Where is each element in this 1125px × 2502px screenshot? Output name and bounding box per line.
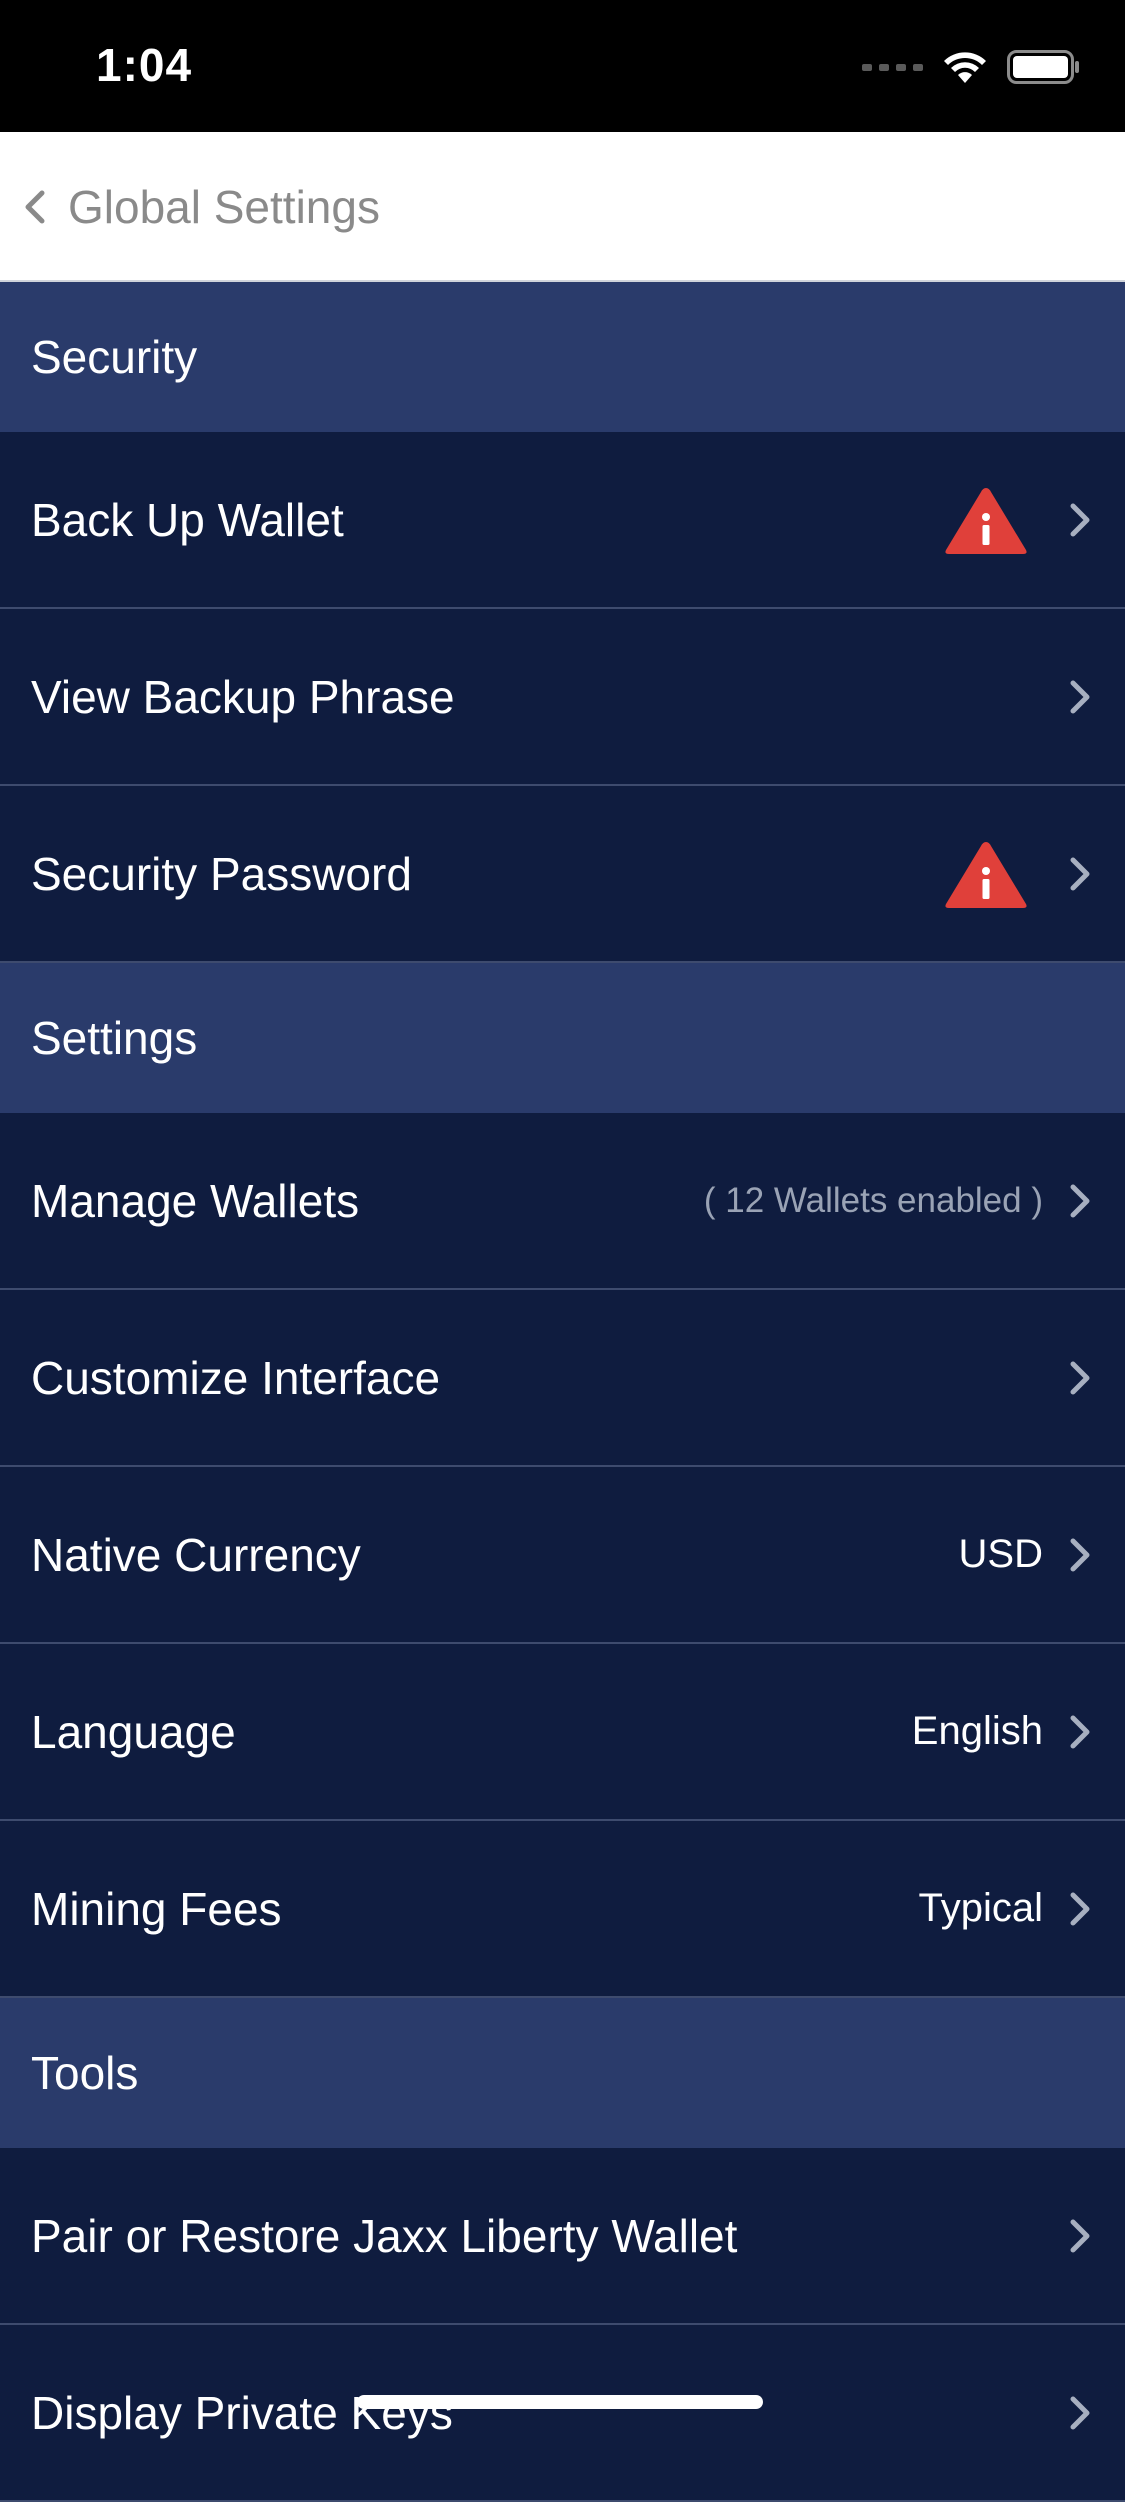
row-label: Display Private Keys — [31, 2386, 453, 2439]
chevron-right-icon — [1070, 1361, 1090, 1394]
row-customize-interface[interactable]: Customize Interface — [0, 1290, 1125, 1467]
chevron-right-icon — [1070, 1184, 1090, 1217]
row-label: Language — [31, 1705, 236, 1758]
chevron-right-icon — [1070, 1538, 1090, 1571]
status-time: 1:04 — [96, 39, 193, 91]
cellular-signal-icon — [862, 63, 923, 71]
row-pair-restore-wallet[interactable]: Pair or Restore Jaxx Liberty Wallet — [0, 2148, 1125, 2325]
row-label: Mining Fees — [31, 1882, 282, 1935]
warning-icon — [945, 487, 1027, 554]
row-display-private-keys[interactable]: Display Private Keys — [0, 2325, 1125, 2502]
row-manage-wallets[interactable]: Manage Wallets ( 12 Wallets enabled ) — [0, 1113, 1125, 1290]
battery-icon — [1007, 50, 1079, 84]
row-label: Manage Wallets — [31, 1174, 360, 1227]
row-label: Security Password — [31, 847, 412, 900]
native-currency-value: USD — [958, 1532, 1043, 1576]
navigation-bar: Global Settings — [0, 132, 1125, 282]
status-icons — [862, 50, 1081, 84]
row-native-currency[interactable]: Native Currency USD — [0, 1467, 1125, 1644]
section-header-settings: Settings — [0, 963, 1125, 1113]
chevron-left-icon — [25, 190, 45, 224]
chevron-right-icon — [1070, 857, 1090, 890]
wifi-icon — [944, 52, 986, 83]
section-header-tools: Tools — [0, 1998, 1125, 2148]
page-title: Global Settings — [68, 181, 380, 233]
chevron-right-icon — [1070, 1715, 1090, 1748]
mining-fees-value: Typical — [918, 1886, 1044, 1930]
chevron-right-icon — [1070, 2219, 1090, 2252]
row-label: Back Up Wallet — [31, 493, 344, 546]
row-security-password[interactable]: Security Password — [0, 786, 1125, 963]
row-back-up-wallet[interactable]: Back Up Wallet — [0, 432, 1125, 609]
status-bar: 1:04 — [0, 0, 1125, 132]
row-mining-fees[interactable]: Mining Fees Typical — [0, 1821, 1125, 1998]
chevron-right-icon — [1070, 503, 1090, 536]
row-view-backup-phrase[interactable]: View Backup Phrase — [0, 609, 1125, 786]
row-label: Native Currency — [31, 1528, 361, 1581]
section-header-security: Security — [0, 282, 1125, 432]
language-value: English — [911, 1709, 1043, 1753]
row-language[interactable]: Language English — [0, 1644, 1125, 1821]
settings-list: Security Back Up Wallet View Backup Phra… — [0, 282, 1125, 2502]
chevron-right-icon — [1070, 1892, 1090, 1925]
row-label: View Backup Phrase — [31, 670, 455, 723]
home-indicator[interactable] — [357, 2395, 763, 2409]
row-label: Pair or Restore Jaxx Liberty Wallet — [31, 2209, 738, 2262]
row-label: Customize Interface — [31, 1351, 441, 1404]
wallets-enabled-count: ( 12 Wallets enabled ) — [703, 1180, 1043, 1220]
back-button[interactable]: Global Settings — [20, 172, 380, 242]
warning-icon — [945, 841, 1027, 908]
chevron-right-icon — [1070, 680, 1090, 713]
chevron-right-icon — [1070, 2396, 1090, 2429]
